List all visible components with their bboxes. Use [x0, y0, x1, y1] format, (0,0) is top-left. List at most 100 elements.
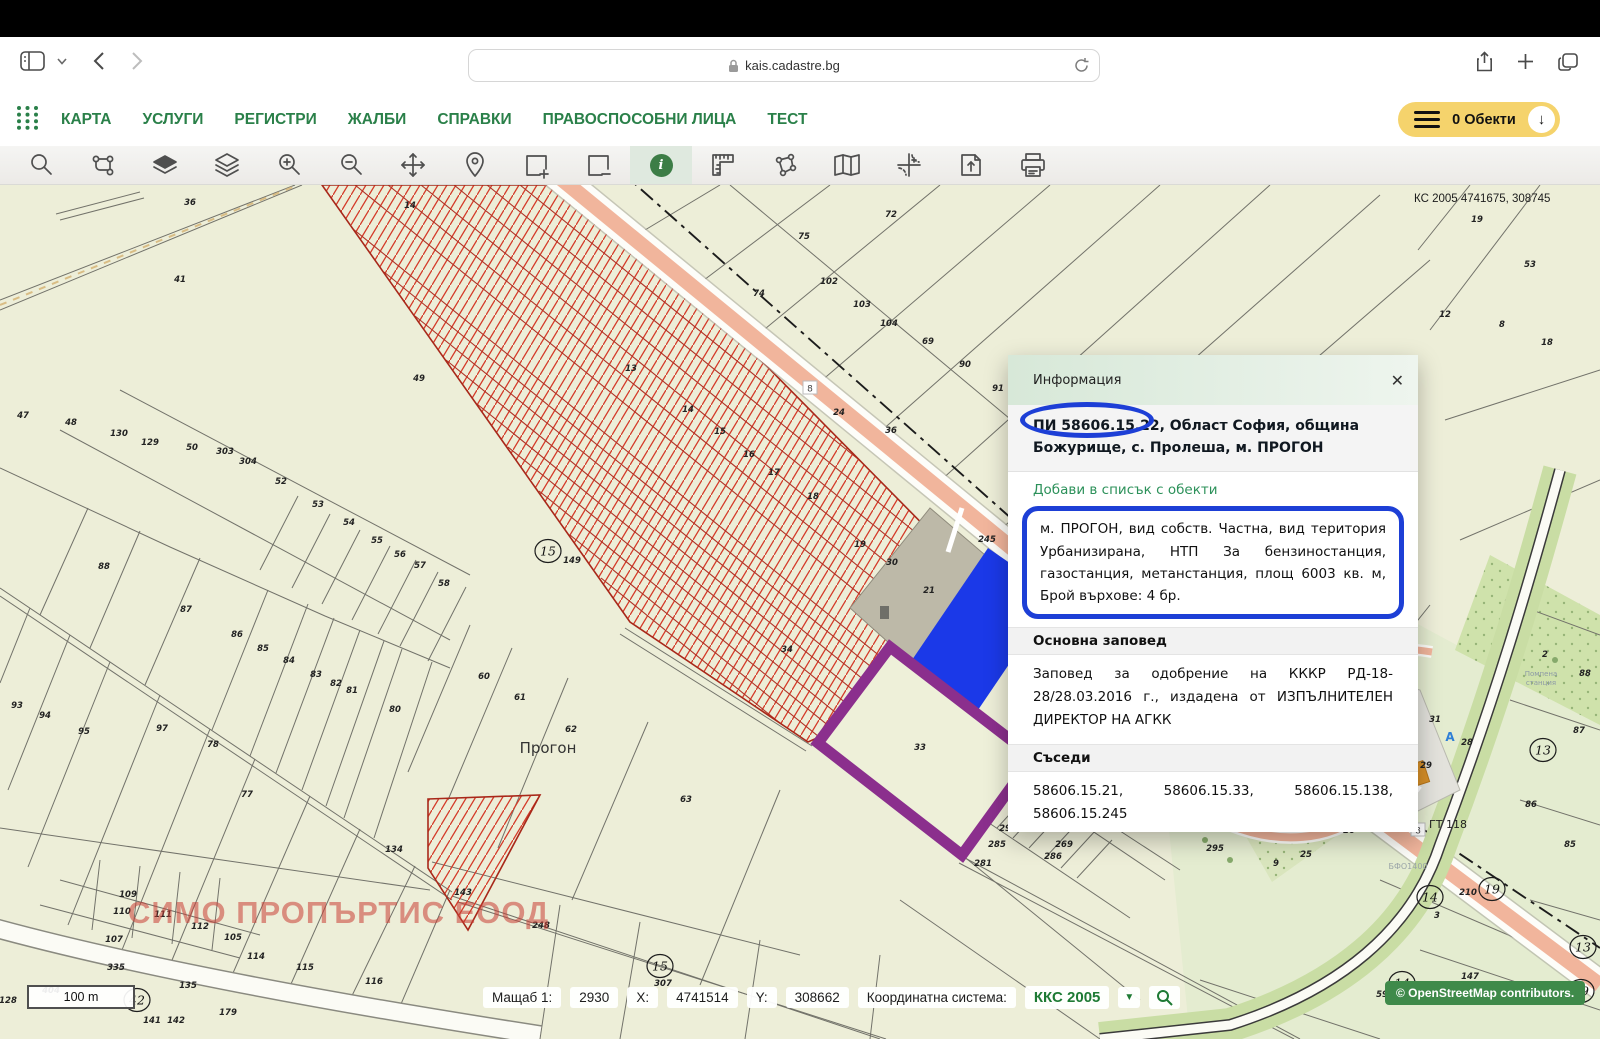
- parcel-number-label: 15: [714, 427, 726, 437]
- parcel-number-label: 84: [283, 656, 295, 666]
- export-icon[interactable]: [940, 146, 1002, 184]
- x-value[interactable]: 4741514: [667, 987, 738, 1008]
- parcel-number-label: 41: [173, 275, 186, 285]
- info-panel: Информация ✕ ПИ 58606.15.22, Област Софи…: [1008, 355, 1418, 833]
- info-panel-header: Информация ✕: [1008, 355, 1418, 405]
- parcel-number-label: 81: [346, 686, 358, 696]
- order-text: Заповед за одобрение на КККР РД-18-28/28…: [1033, 666, 1393, 729]
- reload-icon[interactable]: [1074, 57, 1089, 74]
- parcel-number-label: 33: [914, 743, 926, 753]
- location-pin-icon[interactable]: [444, 146, 506, 184]
- zoom-out-icon[interactable]: [320, 146, 382, 184]
- search-icon[interactable]: [10, 146, 72, 184]
- hamburger-icon: [1414, 107, 1440, 133]
- parcel-number-label: 179: [219, 1008, 237, 1018]
- parcel-number-label: 17: [768, 468, 780, 478]
- zoom-in-icon[interactable]: [258, 146, 320, 184]
- parcel-number-label: 25: [1300, 850, 1312, 860]
- nav-item-карта[interactable]: КАРТА: [61, 111, 111, 129]
- download-arrow-icon: ↓: [1528, 106, 1555, 133]
- place-label: станция: [1526, 679, 1556, 687]
- url-bar[interactable]: kais.cadastre.bg: [468, 49, 1100, 82]
- crs-dropdown-icon[interactable]: ▼: [1118, 987, 1141, 1008]
- osm-attribution[interactable]: © OpenStreetMap contributors.: [1385, 981, 1586, 1005]
- parcel-number-label: 210: [1459, 888, 1477, 898]
- parcel-number-label: 335: [107, 963, 125, 973]
- parcel-number-label: 52: [275, 477, 287, 487]
- parcel-number-label: 49: [412, 374, 425, 384]
- parcel-number-label: 29: [1420, 761, 1432, 771]
- parcel-number-label: 77: [241, 790, 253, 800]
- parcel-number-label: 28: [1461, 738, 1473, 748]
- sidebar-toggle-icon[interactable]: [20, 51, 45, 71]
- parcel-number-label: 95: [78, 727, 90, 737]
- layers-icon[interactable]: [196, 146, 258, 184]
- parcel-number-label: 105: [224, 933, 242, 943]
- share-icon[interactable]: [1476, 51, 1493, 72]
- vertices-icon[interactable]: [754, 146, 816, 184]
- nav-item-тест[interactable]: ТЕСТ: [767, 111, 807, 129]
- parcel-number-label: 58: [438, 579, 450, 589]
- crs-label: Координатна система:: [857, 987, 1016, 1008]
- parcel-number-label: 57: [414, 561, 426, 571]
- back-button[interactable]: [93, 51, 105, 71]
- crs-value[interactable]: ККС 2005: [1024, 986, 1110, 1009]
- close-icon[interactable]: ✕: [1391, 371, 1404, 390]
- parcel-number-label: 75: [798, 232, 810, 242]
- circled-number-text: 13: [1535, 743, 1551, 758]
- tabs-overview-icon[interactable]: [1558, 52, 1578, 71]
- parcel-number-label: 135: [179, 981, 197, 991]
- new-tab-icon[interactable]: [1517, 53, 1534, 70]
- parcel-number-label: 93: [11, 701, 23, 711]
- parcel-number-label: 269: [1055, 840, 1073, 850]
- nav-item-услуги[interactable]: УСЛУГИ: [142, 111, 203, 129]
- circled-number-text: 14: [1422, 890, 1438, 905]
- parcel-number-label: 13: [625, 364, 637, 374]
- circled-number-text: 15: [652, 959, 668, 974]
- apps-grid-icon[interactable]: [16, 105, 39, 135]
- scale-value[interactable]: 2930: [570, 987, 619, 1008]
- parcel-number-label: 69: [922, 337, 934, 347]
- forward-button[interactable]: [131, 51, 143, 71]
- scale-label: Мащаб 1:: [483, 987, 562, 1008]
- parcel-number-label: 86: [1525, 800, 1537, 810]
- parcel-number-label: 102: [820, 277, 838, 287]
- building-footprint: [880, 606, 889, 619]
- circled-number-text: 19: [1484, 882, 1500, 897]
- parcel-number-label: 53: [1524, 260, 1536, 270]
- info-tool-icon[interactable]: i: [630, 146, 692, 184]
- parcel-number-label: 82: [330, 679, 342, 689]
- map-toolbar: i: [0, 146, 1600, 185]
- nav-item-регистри[interactable]: РЕГИСТРИ: [234, 111, 316, 129]
- routing-icon[interactable]: [72, 146, 134, 184]
- select-plus-icon[interactable]: [506, 146, 568, 184]
- nav-item-справки[interactable]: СПРАВКИ: [437, 111, 511, 129]
- y-value[interactable]: 308662: [785, 987, 849, 1008]
- chevron-down-icon[interactable]: [57, 57, 67, 65]
- map-icon[interactable]: [816, 146, 878, 184]
- parcel-number-label: 53: [312, 500, 324, 510]
- objects-button[interactable]: 0 Обекти ↓: [1398, 102, 1560, 137]
- coordinate-search-icon[interactable]: [1149, 986, 1181, 1009]
- parcel-number-label: 128: [0, 996, 17, 1006]
- print-icon[interactable]: [1002, 146, 1064, 184]
- lock-icon: [728, 59, 739, 73]
- app-navbar: КАРТА УСЛУГИ РЕГИСТРИ ЖАЛБИ СПРАВКИ ПРАВОСПОС…: [0, 94, 1600, 146]
- coordinate-axes-icon[interactable]: [878, 146, 940, 184]
- parcel-number-label: 245: [978, 535, 996, 545]
- parcel-number-label: 114: [247, 952, 265, 962]
- measure-icon[interactable]: [692, 146, 754, 184]
- map-canvas[interactable]: 88 41 47 48 130 129 50 303 304 36 88 87 86 85 84 83 82 8…: [0, 185, 1600, 1039]
- parcel-number-label: 149: [563, 556, 581, 566]
- add-to-objects-link[interactable]: Добави в списък с обекти: [1008, 472, 1418, 504]
- scale-bar: 100 m: [27, 985, 135, 1009]
- road-badge-text: 8: [807, 385, 813, 395]
- parcel-number-label: 116: [365, 977, 383, 987]
- status-bar: Мащаб 1: 2930 X: 4741514 Y: 308662 Коорд…: [483, 986, 1181, 1009]
- nav-item-жалби[interactable]: ЖАЛБИ: [348, 111, 407, 129]
- pan-icon[interactable]: [382, 146, 444, 184]
- nav-item-правоспособни-лица[interactable]: ПРАВОСПОСОБНИ ЛИЦА: [543, 111, 737, 129]
- layers-filled-icon[interactable]: [134, 146, 196, 184]
- parcel-number-label: 85: [257, 644, 269, 654]
- select-minus-icon[interactable]: [568, 146, 630, 184]
